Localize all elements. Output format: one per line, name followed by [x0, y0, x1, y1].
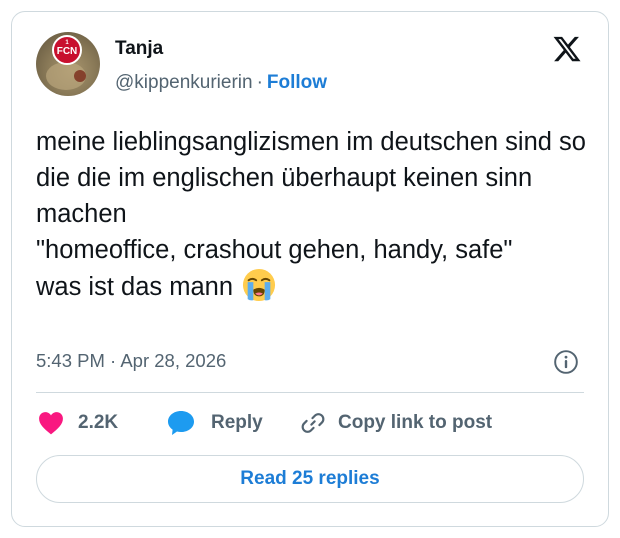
link-icon — [301, 413, 325, 433]
copy-link-button[interactable]: Copy link to post — [300, 408, 492, 438]
read-replies-label: Read 25 replies — [240, 468, 380, 489]
author-handle[interactable]: @kippenkurierin — [115, 72, 253, 93]
tweet-timestamp[interactable]: 5:43 PM · Apr 28, 2026 — [36, 350, 226, 372]
reply-label: Reply — [211, 412, 263, 433]
reply-button[interactable]: Reply — [167, 408, 263, 438]
reply-bubble-icon — [168, 411, 194, 435]
action-bar: 2.2K Reply Copy link to post — [36, 408, 584, 438]
read-replies-button[interactable]: Read 25 replies — [36, 455, 584, 503]
tweet-body: meine lieblingsanglizismen im deutschen … — [36, 128, 586, 301]
heart-icon — [39, 412, 63, 435]
tweet-date: Apr 28, 2026 — [120, 350, 227, 371]
info-icon[interactable] — [553, 349, 579, 375]
x-logo-icon[interactable] — [551, 34, 583, 64]
svg-text:FCN: FCN — [57, 46, 78, 57]
author-name[interactable]: Tanja — [115, 38, 163, 60]
like-count: 2.2K — [78, 412, 119, 433]
like-button[interactable]: 2.2K — [38, 408, 118, 438]
tweet-text: meine lieblingsanglizismen im deutschen … — [36, 124, 596, 305]
author-handle-row: @kippenkurierin · Follow — [115, 72, 327, 94]
fcn-logo-icon: 1 FCN — [46, 35, 86, 90]
tweet-card: 1 FCN Tanja @kippenkurierin · Follow meine… — [11, 11, 609, 527]
follow-button[interactable]: Follow — [267, 72, 327, 93]
avatar[interactable]: 1 FCN — [36, 32, 100, 96]
handle-separator: · — [256, 72, 263, 93]
timestamp-separator: · — [110, 350, 117, 371]
divider — [36, 392, 584, 393]
copy-link-label: Copy link to post — [338, 412, 493, 433]
tweet-time: 5:43 PM — [36, 350, 105, 371]
loudly-crying-face-icon — [243, 268, 276, 302]
